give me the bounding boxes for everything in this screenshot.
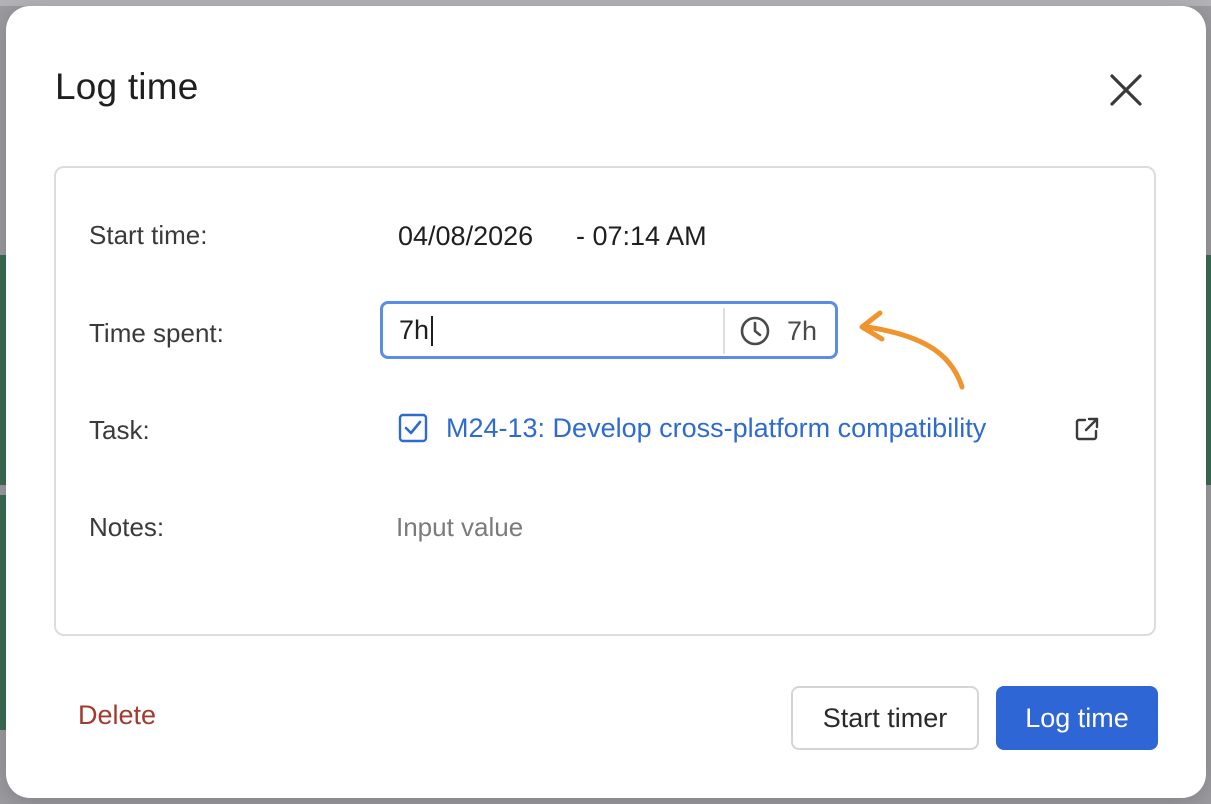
checkbox-checked-icon [398, 413, 428, 443]
task-link[interactable]: M24-13: Develop cross-platform compatibi… [446, 413, 986, 444]
start-clock-field[interactable]: - 07:14 AM [576, 221, 707, 252]
time-spent-field: 7h [380, 301, 838, 359]
notes-label: Notes: [89, 512, 165, 542]
notes-input[interactable] [396, 508, 1096, 546]
log-time-button[interactable]: Log time [996, 686, 1158, 750]
time-spent-input[interactable] [399, 304, 699, 356]
start-timer-button[interactable]: Start timer [791, 686, 979, 750]
start-time-label: Start time: [89, 220, 208, 250]
log-time-dialog: Log time Start time: 04/08/2026 - 07:14 … [6, 6, 1206, 798]
close-icon [1110, 74, 1142, 106]
text-caret [431, 316, 433, 346]
delete-button[interactable]: Delete [78, 700, 156, 731]
annotation-arrow-icon [859, 310, 965, 390]
time-spent-label: Time spent: [89, 318, 224, 348]
field-divider [723, 308, 725, 354]
clock-icon [740, 316, 770, 346]
log-time-form: Start time: 04/08/2026 - 07:14 AM Time s… [54, 166, 1156, 636]
dialog-title: Log time [55, 66, 199, 107]
start-date-field[interactable]: 04/08/2026 [398, 221, 533, 252]
task-label: Task: [89, 415, 150, 445]
close-button[interactable] [1104, 68, 1148, 112]
external-link-icon[interactable] [1073, 415, 1101, 443]
